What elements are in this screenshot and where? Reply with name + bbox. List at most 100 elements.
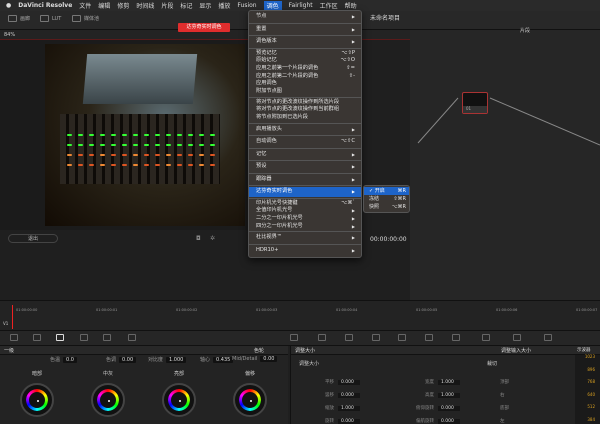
palette-tool-icon[interactable] [290,334,298,341]
resize-value[interactable]: 0.000 [338,379,360,385]
menu-10[interactable]: Fairlight [289,2,313,9]
param-value[interactable]: 0.00 [260,356,278,362]
submenu-item[interactable]: 冻结 ⇧⌘R [364,195,409,203]
menu-item[interactable]: 节点 ▶ [249,12,361,22]
menu-2[interactable]: 修剪 [117,1,129,10]
palette-tool-icon[interactable] [482,334,490,341]
menu-3[interactable]: 时间线 [136,1,154,10]
menu-app[interactable]: DaVinci Resolve [18,2,72,9]
menu-item[interactable]: 重置 ▶ [249,25,361,35]
playhead[interactable] [12,305,13,329]
palette-tool-icon[interactable] [372,334,380,341]
menu-item-label: 应用调色 [256,80,277,87]
palette-tool-icon[interactable] [103,334,111,341]
menu-12[interactable]: 帮助 [345,1,357,10]
resize-value[interactable]: 1.000 [438,392,460,398]
lut-button[interactable]: LUT [40,15,61,22]
palette-tool-icon[interactable] [513,334,521,341]
lut-icon [40,15,49,22]
param-value[interactable]: 1.000 [166,356,187,363]
zoom-select[interactable]: 84% [4,32,15,38]
menu-item[interactable]: 附加节点图 [249,88,361,96]
image-led [133,134,138,136]
color-wheel[interactable] [91,383,125,417]
resize-section: 调整大小 [299,361,320,367]
image-led [210,134,215,136]
menu-item[interactable]: 应用调色 [249,80,361,88]
crop-label: 顶部 [500,380,509,385]
settings-icon[interactable]: ✲ [210,235,215,242]
palette-tool-icon[interactable] [56,334,64,341]
image-led [155,164,160,166]
menu-item-label: 重置 [256,25,267,32]
palette-tool-icon[interactable] [80,334,88,341]
apple-icon[interactable]: ● [6,2,11,9]
menu-0[interactable]: 文件 [79,1,91,10]
camera-icon[interactable]: ◘ [196,235,201,242]
menu-item[interactable]: 预设 ▶ [249,162,361,172]
image-console [60,114,220,184]
palette-tool-icon[interactable] [318,334,326,341]
resize-value[interactable]: 0.000 [338,392,360,398]
exit-button[interactable]: 退出 [8,234,58,243]
palette-tool-icon[interactable] [345,334,353,341]
param-value[interactable]: 0.0 [63,356,77,363]
menu-item[interactable]: 应用之前第一个片段的调色 ⇧= [249,65,361,73]
menu-item[interactable]: 全值印片机光号 ▶ [249,207,361,215]
submenu-item[interactable]: ✓ 开启 ⌘R [364,187,409,195]
menu-item[interactable]: 杜比视界™ ▶ [249,233,361,243]
node-01[interactable]: 01 [462,92,488,114]
menu-item[interactable]: 四分之一印片机光号 ▶ [249,223,361,231]
menu-8[interactable]: Fusion [237,2,256,9]
resize-value[interactable]: 1.000 [438,379,460,385]
menu-item[interactable]: 启用播放头 ▶ [249,125,361,135]
wheel-mode-select[interactable]: 色轮 [254,347,264,354]
media-pool-button[interactable]: 媒体池 [72,15,99,22]
menu-5[interactable]: 标记 [180,1,192,10]
palette-tool-icon[interactable] [452,334,460,341]
resize-value[interactable]: 0.000 [438,418,460,424]
menu-item[interactable]: 将节点附加到已选片段 [249,114,361,122]
gallery-button[interactable]: 画廊 [8,15,30,22]
menu-item[interactable]: 调色版本 ▶ [249,37,361,47]
palette-tool-icon[interactable] [128,334,136,341]
resize-value[interactable]: 0.000 [338,418,360,424]
menu-item[interactable]: HDR10+ ▶ [249,246,361,256]
menu-item[interactable]: 记忆 ▶ [249,150,361,160]
resize-param: 平移 0.000 [300,379,360,385]
scope-level: 1023 [584,354,595,359]
palette-tool-icon[interactable] [398,334,406,341]
menu-4[interactable]: 片段 [161,1,173,10]
resize-panel: 调整大小 调整输入大小 调整大小 裁切 [290,346,575,424]
menu-item[interactable]: 原始记忆 ⌥⇧O [249,57,361,65]
color-wheel[interactable] [20,383,54,417]
palette-tool-icon[interactable] [425,334,433,341]
param-value[interactable]: 0.435 [213,356,234,363]
menu-1[interactable]: 编辑 [98,1,110,10]
image-led [111,154,116,156]
menu-item[interactable]: 二分之一印片机光号 ▶ [249,215,361,223]
menu-item[interactable]: 自动调色 ⌥⇧C [249,137,361,147]
menu-7[interactable]: 播放 [218,1,230,10]
resize-value[interactable]: 1.000 [338,405,360,411]
submenu-arrow-icon: ▶ [351,216,355,222]
color-wheel[interactable] [162,383,196,417]
resize-value[interactable]: 0.000 [438,405,460,411]
menu-11[interactable]: 工作区 [320,1,338,10]
menu-9[interactable]: 调色 [263,1,282,10]
mini-timeline[interactable]: V1 [0,300,600,330]
color-wheel[interactable] [233,383,267,417]
palette-tool-icon[interactable] [544,334,552,341]
palette-tool-icon[interactable] [10,334,18,341]
menu-item[interactable]: 将对节点的更改波纹操作到当前群组 [249,106,361,114]
menu-separator [249,22,361,24]
menu-item[interactable]: 达芬奇实时调色 ▶ [249,187,361,197]
palette-tool-icon[interactable] [33,334,41,341]
menu-6[interactable]: 显示 [199,1,211,10]
crop-param: 底部 [500,405,535,411]
param-value[interactable]: 0.00 [119,356,137,363]
resize-mode-select[interactable]: 调整输入大小 [501,347,531,354]
menu-item[interactable]: 跟踪器 ▶ [249,175,361,185]
image-led [155,154,160,156]
submenu-item[interactable]: 快照 ⌥⌘R [364,203,409,211]
